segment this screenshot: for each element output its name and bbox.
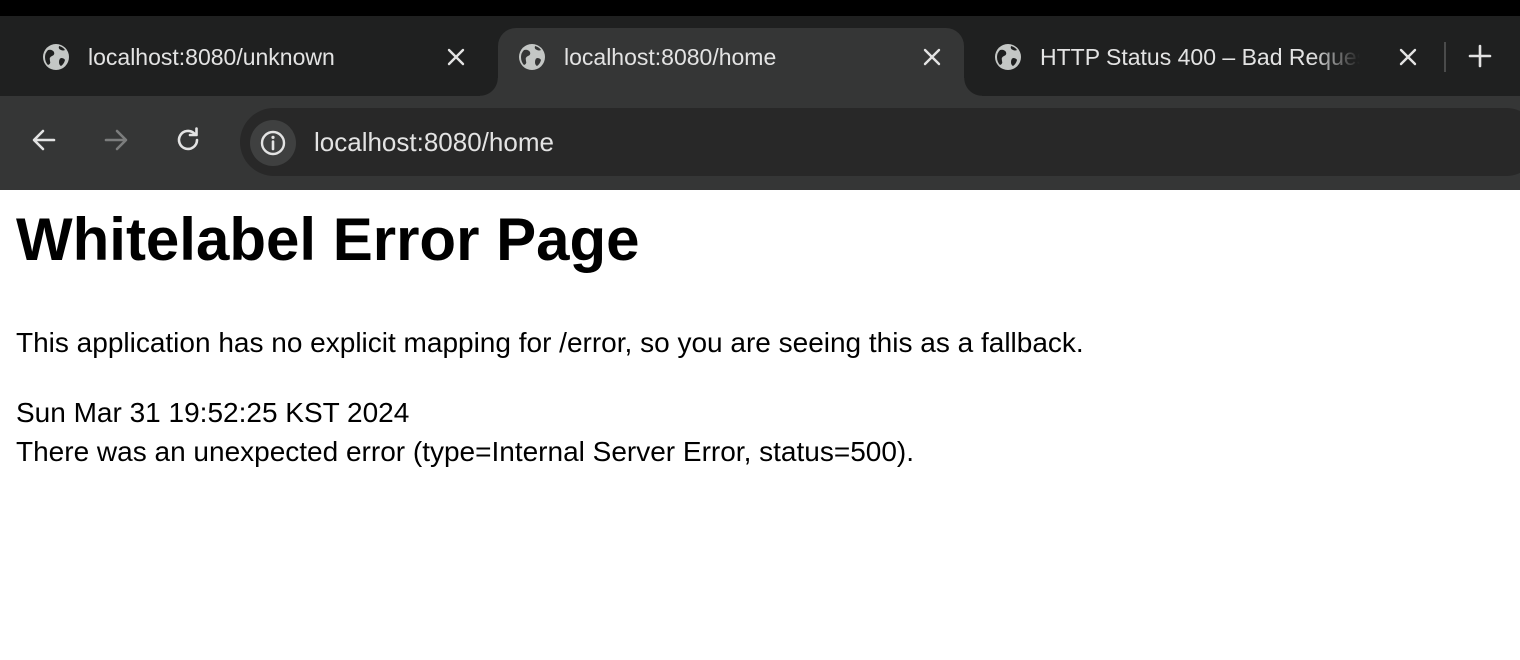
tab-title: localhost:8080/home	[564, 44, 777, 70]
arrow-left-icon	[32, 129, 56, 151]
new-tab-button[interactable]	[1462, 38, 1498, 74]
globe-icon	[40, 41, 72, 73]
tab-title: localhost:8080/unknown	[88, 44, 335, 70]
reload-button[interactable]	[172, 124, 204, 156]
address-bar[interactable]: localhost:8080/home	[240, 108, 1520, 176]
url-text[interactable]: localhost:8080/home	[314, 124, 554, 160]
tab-title: HTTP Status 400 – Bad Request	[1040, 44, 1360, 70]
tab-separator	[1444, 42, 1446, 72]
close-tab-icon[interactable]	[1392, 41, 1424, 73]
info-icon	[260, 130, 286, 156]
close-tab-icon[interactable]	[440, 41, 472, 73]
tab-home[interactable]: localhost:8080/home	[480, 28, 982, 96]
globe-icon	[992, 41, 1024, 73]
tab-unknown[interactable]: localhost:8080/unknown	[0, 28, 496, 96]
fallback-message: This application has no explicit mapping…	[16, 327, 1084, 358]
browser-toolbar: localhost:8080/home	[0, 96, 1520, 190]
globe-icon	[516, 41, 548, 73]
tab-strip: localhost:8080/unknown localhost:8080/ho…	[0, 16, 1520, 96]
close-tab-icon[interactable]	[916, 41, 948, 73]
arrow-right-icon	[104, 129, 128, 151]
tab-http-status-400[interactable]: HTTP Status 400 – Bad Request	[970, 28, 1440, 96]
site-info-button[interactable]	[250, 120, 296, 166]
page-title: Whitelabel Error Page	[16, 206, 640, 273]
error-timestamp: Sun Mar 31 19:52:25 KST 2024	[16, 397, 410, 428]
window-top-edge	[0, 0, 1520, 16]
reload-icon	[177, 127, 199, 151]
error-detail: There was an unexpected error (type=Inte…	[16, 436, 915, 467]
forward-button[interactable]	[100, 124, 132, 156]
back-button[interactable]	[28, 124, 60, 156]
